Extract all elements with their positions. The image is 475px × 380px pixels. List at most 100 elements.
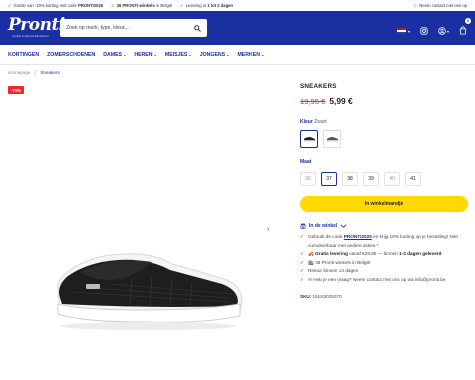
nav-item-kortingen[interactable]: KORTINGEN xyxy=(8,52,39,58)
size-option-36[interactable]: 36 xyxy=(300,172,316,186)
in-store-label: In de winkel xyxy=(309,223,338,229)
chevron-down-icon: ⌄ xyxy=(260,51,265,57)
color-swatches xyxy=(300,130,468,148)
size-options: 36 37 38 39 40 41 xyxy=(300,172,468,186)
nav-item-merken[interactable]: MERKEN⌄ xyxy=(237,52,264,58)
search-icon[interactable] xyxy=(194,24,201,32)
chevron-down-icon xyxy=(340,224,347,228)
truck-icon: 🚚 xyxy=(308,251,314,257)
color-value: Zwart xyxy=(314,119,327,125)
topbar-usp-2: ✓ 36 PRONTI-winkels in België xyxy=(111,3,173,8)
usp-text: Heb je een vraag? Neem contact met ons o… xyxy=(313,276,446,282)
topbar-usp-3: ✓ Levering in 1 tot 2 dagen xyxy=(180,3,234,8)
color-line: Kleur Zwart xyxy=(300,119,468,125)
store-icon xyxy=(300,223,306,229)
nav-item-label: DAMES xyxy=(103,51,122,58)
chevron-down-icon: ⌄ xyxy=(226,51,230,57)
contact-link[interactable]: ⓘ Neem contact met ons op xyxy=(413,3,467,9)
discount-badge: -70% xyxy=(8,86,25,94)
usp-free-delivery: ✓ 🚚 Gratis levering vanaf €29,95 — binnen… xyxy=(300,250,468,259)
search-box xyxy=(60,19,207,37)
nav-item-zomerschoenen[interactable]: ZOMERSCHOENEN xyxy=(47,52,95,58)
topbar-usp-1: ✓ Gratis! van -10% korting met code PRONT… xyxy=(8,3,104,8)
old-price: 19,95 € xyxy=(300,97,326,106)
sku-label: SKU: xyxy=(300,293,312,299)
sku-line: SKU: 191XS025370 xyxy=(300,294,468,299)
cart-count-badge: 0 xyxy=(465,18,471,24)
dutch-flag-icon xyxy=(396,28,406,34)
usp-text: vanaf €29,95 — binnen xyxy=(347,251,400,257)
nav-item-heren[interactable]: HEREN⌄ xyxy=(134,52,157,58)
usp-text: 38 Pronti-winkels in België xyxy=(315,259,371,265)
size-option-40[interactable]: 40 xyxy=(384,172,400,186)
pronti-logo[interactable]: Pronti Comfort & Stijl voor Elk Moment xyxy=(8,15,65,41)
usp-text: 1-2 dagen geleverd xyxy=(399,251,442,257)
nav-item-label: JONGENS xyxy=(199,51,226,58)
usp-text: Gebruik de code xyxy=(308,234,344,239)
breadcrumb-home[interactable]: Homepage xyxy=(8,70,30,75)
size-option-37[interactable]: 37 xyxy=(321,172,337,186)
language-selector[interactable]: ▾ xyxy=(396,28,410,34)
check-icon: ✓ xyxy=(300,276,304,282)
chevron-down-icon: ▾ xyxy=(407,28,410,34)
site-header: Pronti Comfort & Stijl voor Elk Moment ▾… xyxy=(0,11,475,45)
cart-button[interactable]: 0 xyxy=(459,18,471,40)
discount-code-link[interactable]: PRONTI2025 xyxy=(344,234,372,239)
nav-item-dames[interactable]: DAMES⌄ xyxy=(103,52,126,58)
image-next-arrow[interactable]: › xyxy=(267,226,269,233)
check-icon: ✓ xyxy=(300,234,304,239)
header-icons: ▾ ▾ 0 xyxy=(396,18,471,40)
color-label: Kleur xyxy=(300,119,313,125)
breadcrumb-separator: / xyxy=(34,70,37,75)
nav-item-jongens[interactable]: JONGENS⌄ xyxy=(200,52,230,58)
add-to-cart-button[interactable]: In winkelmandje xyxy=(300,196,468,212)
product-image xyxy=(57,253,243,330)
usp-returns: ✓ Retour binnen 14 dagen xyxy=(300,267,468,276)
nav-item-label: ZOMERSCHOENEN xyxy=(47,51,96,58)
mail-icon: ✉ xyxy=(308,276,312,282)
search-input[interactable] xyxy=(66,25,194,31)
usp-text: Gratis levering xyxy=(315,251,348,257)
contact-link-label: Neem contact met ons op xyxy=(419,3,467,8)
check-icon: ✓ xyxy=(300,259,304,265)
shopping-bag-icon xyxy=(459,26,467,35)
user-icon xyxy=(438,27,446,35)
product-info: SNEAKERS 19,95 € 5,99 € Kleur Zwart Maat… xyxy=(300,83,468,299)
account-menu[interactable]: ▾ xyxy=(438,27,449,35)
size-label: Maat xyxy=(300,159,312,165)
breadcrumb: Homepage / Sneakers xyxy=(8,70,60,75)
price-block: 19,95 € 5,99 € xyxy=(300,96,468,106)
check-icon: ✓ xyxy=(300,251,304,257)
chevron-down-icon: ⌄ xyxy=(153,51,157,57)
current-price: 5,99 € xyxy=(329,96,353,106)
usp-contact: ✓ ✉ Heb je een vraag? Neem contact met on… xyxy=(300,276,468,285)
nav-item-meisjes[interactable]: MEISJES⌄ xyxy=(165,52,192,58)
store-flag-icon: 🏬 xyxy=(308,259,314,265)
size-option-38[interactable]: 38 xyxy=(342,172,358,186)
logo-tagline: Comfort & Stijl voor Elk Moment xyxy=(12,35,49,38)
breadcrumb-current: Sneakers xyxy=(40,70,60,75)
usp-list: ✓ Gebruik de code PRONTI2025 en krijg 10%… xyxy=(300,233,468,285)
check-icon: ✓ xyxy=(300,268,304,274)
color-swatch-black[interactable] xyxy=(300,130,318,148)
logo-wordmark: Pronti xyxy=(8,15,65,35)
main-navigation: KORTINGEN ZOMERSCHOENEN DAMES⌄ HEREN⌄ ME… xyxy=(0,45,475,65)
nav-item-label: MEISJES xyxy=(164,51,188,58)
in-store-toggle[interactable]: In de winkel xyxy=(300,223,468,229)
sku-value: 191XS025370 xyxy=(312,293,342,299)
color-swatch-alt[interactable] xyxy=(323,130,341,148)
usp-text: Retour binnen 14 dagen xyxy=(308,268,359,274)
chevron-down-icon: ▾ xyxy=(446,28,449,34)
size-option-41[interactable]: 41 xyxy=(405,172,421,186)
chevron-down-icon: ⌄ xyxy=(188,51,192,57)
nav-item-label: HEREN xyxy=(134,51,153,58)
info-icon: ⓘ xyxy=(413,2,418,8)
usp-stores: ✓ 🏬 38 Pronti-winkels in België xyxy=(300,259,468,268)
nav-item-label: MERKEN xyxy=(237,51,260,58)
instagram-icon[interactable] xyxy=(420,22,428,40)
nav-item-label: KORTINGEN xyxy=(8,51,40,58)
usp-discount-code: ✓ Gebruik de code PRONTI2025 en krijg 10%… xyxy=(300,233,468,250)
size-option-39[interactable]: 39 xyxy=(363,172,379,186)
usp-topbar: ✓ Gratis! van -10% korting met code PRONT… xyxy=(0,0,475,11)
product-title: SNEAKERS xyxy=(300,83,337,90)
